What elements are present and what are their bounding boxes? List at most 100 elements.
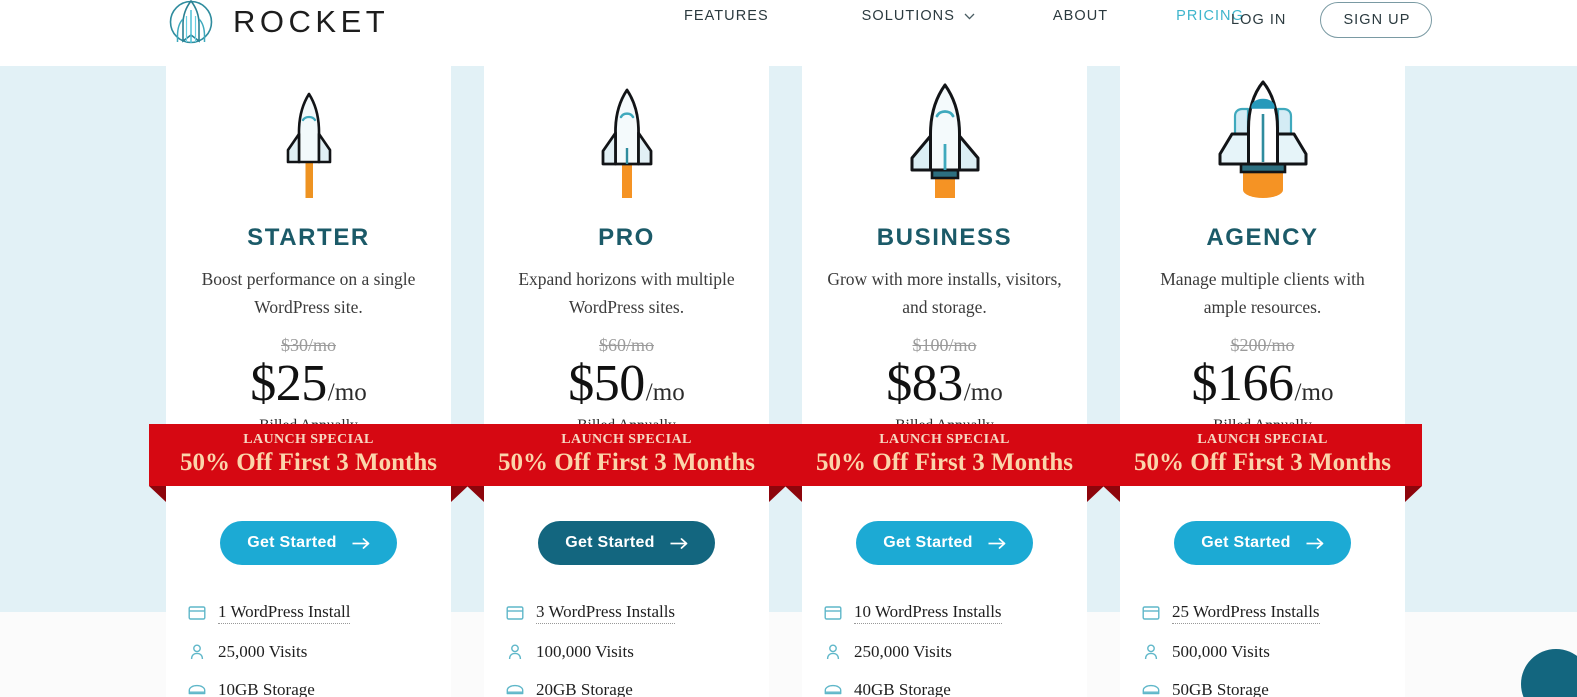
site-header: ROCKET FEATURES SOLUTIONS ABOUT PRICING [0,0,1577,66]
launch-special-ribbon: LAUNCH SPECIAL 50% Off First 3 Months [149,424,468,502]
arrow-right-icon [1306,537,1324,549]
feature-label: 500,000 Visits [1172,642,1270,661]
nav-item-label: ABOUT [1052,8,1109,24]
launch-special-ribbon: LAUNCH SPECIAL 50% Off First 3 Months [785,424,1104,502]
plan-cta-wrap: Get Started [220,521,397,565]
plan-price: $83 [886,355,963,412]
ribbon-fold-left [785,486,802,502]
get-started-label: Get Started [247,534,337,551]
plan-old-price: $30/mo [280,335,336,355]
get-started-button[interactable]: Get Started [538,521,715,565]
signup-button[interactable]: SIGN UP [1320,2,1433,38]
pricing-page: ROCKET FEATURES SOLUTIONS ABOUT PRICING [0,0,1577,697]
pricing-card-starter: STARTER Boost performance on a single Wo… [149,60,468,697]
plan-price: $166 [1191,355,1295,412]
storage-icon [824,684,842,695]
feature-item: 1 WordPress Install [188,602,451,624]
ribbon-fold-left [467,486,484,502]
feature-count: 25 [1172,602,1189,621]
ribbon-fold-right [769,486,786,502]
browser-window-icon [188,606,206,620]
feature-label: 50GB Storage [1172,680,1269,697]
plan-name: STARTER [247,224,370,251]
get-started-button[interactable]: Get Started [220,521,397,565]
plan-description: Expand horizons with multiple WordPress … [518,269,735,317]
ribbon-eyebrow: LAUNCH SPECIAL [1197,432,1328,448]
rocket-shuttle-icon [1218,80,1307,198]
ribbon-headline: 50% Off First 3 Months [816,449,1073,477]
nav-item-solutions[interactable]: SOLUTIONS [862,8,975,24]
feature-text: WordPress Installs [1192,602,1320,621]
chevron-down-icon [964,13,975,20]
plan-features: 10 WordPress Installs 250,000 Visits 40G… [802,602,1087,697]
ribbon-headline: 50% Off First 3 Months [498,449,755,477]
nav-item-about[interactable]: ABOUT [1053,8,1108,24]
plan-price-row: $50 /mo [568,358,684,410]
primary-nav: FEATURES SOLUTIONS ABOUT PRICING [684,8,1244,24]
browser-window-icon [1142,606,1160,620]
plan-name: BUSINESS [876,224,1013,251]
rocket-small-icon [286,92,331,198]
pricing-card-business: BUSINESS Grow with more installs, visito… [785,60,1104,697]
feature-label: 40GB Storage [854,680,951,697]
arrow-right-icon [670,537,688,549]
user-icon [826,644,840,660]
plan-price-period: /mo [645,379,685,406]
feature-label: 1 WordPress Install [218,602,351,624]
plan-description: Boost performance on a single WordPress … [201,269,416,317]
pricing-card-pro: PRO Expand horizons with multiple WordPr… [467,60,786,697]
ribbon-eyebrow: LAUNCH SPECIAL [879,432,1010,448]
plan-illustration [592,60,662,202]
plan-old-price: $60/mo [598,335,654,355]
get-started-label: Get Started [883,534,973,551]
feature-label: 10 WordPress Installs [854,602,1002,624]
feature-label: 25,000 Visits [218,642,308,661]
get-started-button[interactable]: Get Started [1174,521,1351,565]
account-nav: LOG IN SIGN UP [1231,2,1433,38]
get-started-button[interactable]: Get Started [856,521,1033,565]
feature-label: 20GB Storage [536,680,633,697]
plan-price-period: /mo [327,379,367,406]
feature-label: 250,000 Visits [854,642,952,661]
feature-item: 100,000 Visits [506,642,769,662]
feature-text: WordPress Installs [548,602,676,621]
feature-item: 40GB Storage [824,680,1087,697]
pricing-cards: STARTER Boost performance on a single Wo… [149,60,1422,697]
pricing-card-agency: AGENCY Manage multiple clients with ampl… [1103,60,1422,697]
browser-window-icon [824,606,842,620]
plan-old-price: $200/mo [1230,335,1295,355]
launch-special-ribbon: LAUNCH SPECIAL 50% Off First 3 Months [1103,424,1422,502]
plan-illustration [899,60,991,202]
rocket-large-icon [910,83,979,198]
feature-count: 3 [536,602,545,621]
plan-description: Manage multiple clients with ample resou… [1160,269,1365,317]
plan-price-period: /mo [1294,379,1334,406]
login-link[interactable]: LOG IN [1231,12,1286,28]
brand-logo[interactable]: ROCKET [163,0,389,50]
rocket-medium-icon [601,88,652,198]
nav-item-label: SOLUTIONS [861,8,955,24]
get-started-label: Get Started [565,534,655,551]
feature-item: 25,000 Visits [188,642,451,662]
plan-cta-wrap: Get Started [1174,521,1351,565]
plan-name: PRO [598,224,655,251]
nav-item-features[interactable]: FEATURES [684,8,769,24]
user-icon [190,644,204,660]
arrow-right-icon [988,537,1006,549]
arrow-right-icon [352,537,370,549]
feature-label: 25 WordPress Installs [1172,602,1320,624]
plan-features: 1 WordPress Install 25,000 Visits 10GB S… [166,602,451,697]
ribbon-fold-right [1087,486,1104,502]
feature-item: 50GB Storage [1142,680,1405,697]
feature-text: WordPress Install [230,602,351,621]
ribbon-fold-right [451,486,468,502]
plan-cta-wrap: Get Started [538,521,715,565]
plan-features: 3 WordPress Installs 100,000 Visits 20GB… [484,602,769,697]
feature-item: 500,000 Visits [1142,642,1405,662]
plan-price: $50 [568,355,645,412]
get-started-label: Get Started [1201,534,1291,551]
feature-count: 10 [854,602,871,621]
plan-cta-wrap: Get Started [856,521,1033,565]
plan-price: $25 [250,355,327,412]
feature-label: 100,000 Visits [536,642,634,661]
